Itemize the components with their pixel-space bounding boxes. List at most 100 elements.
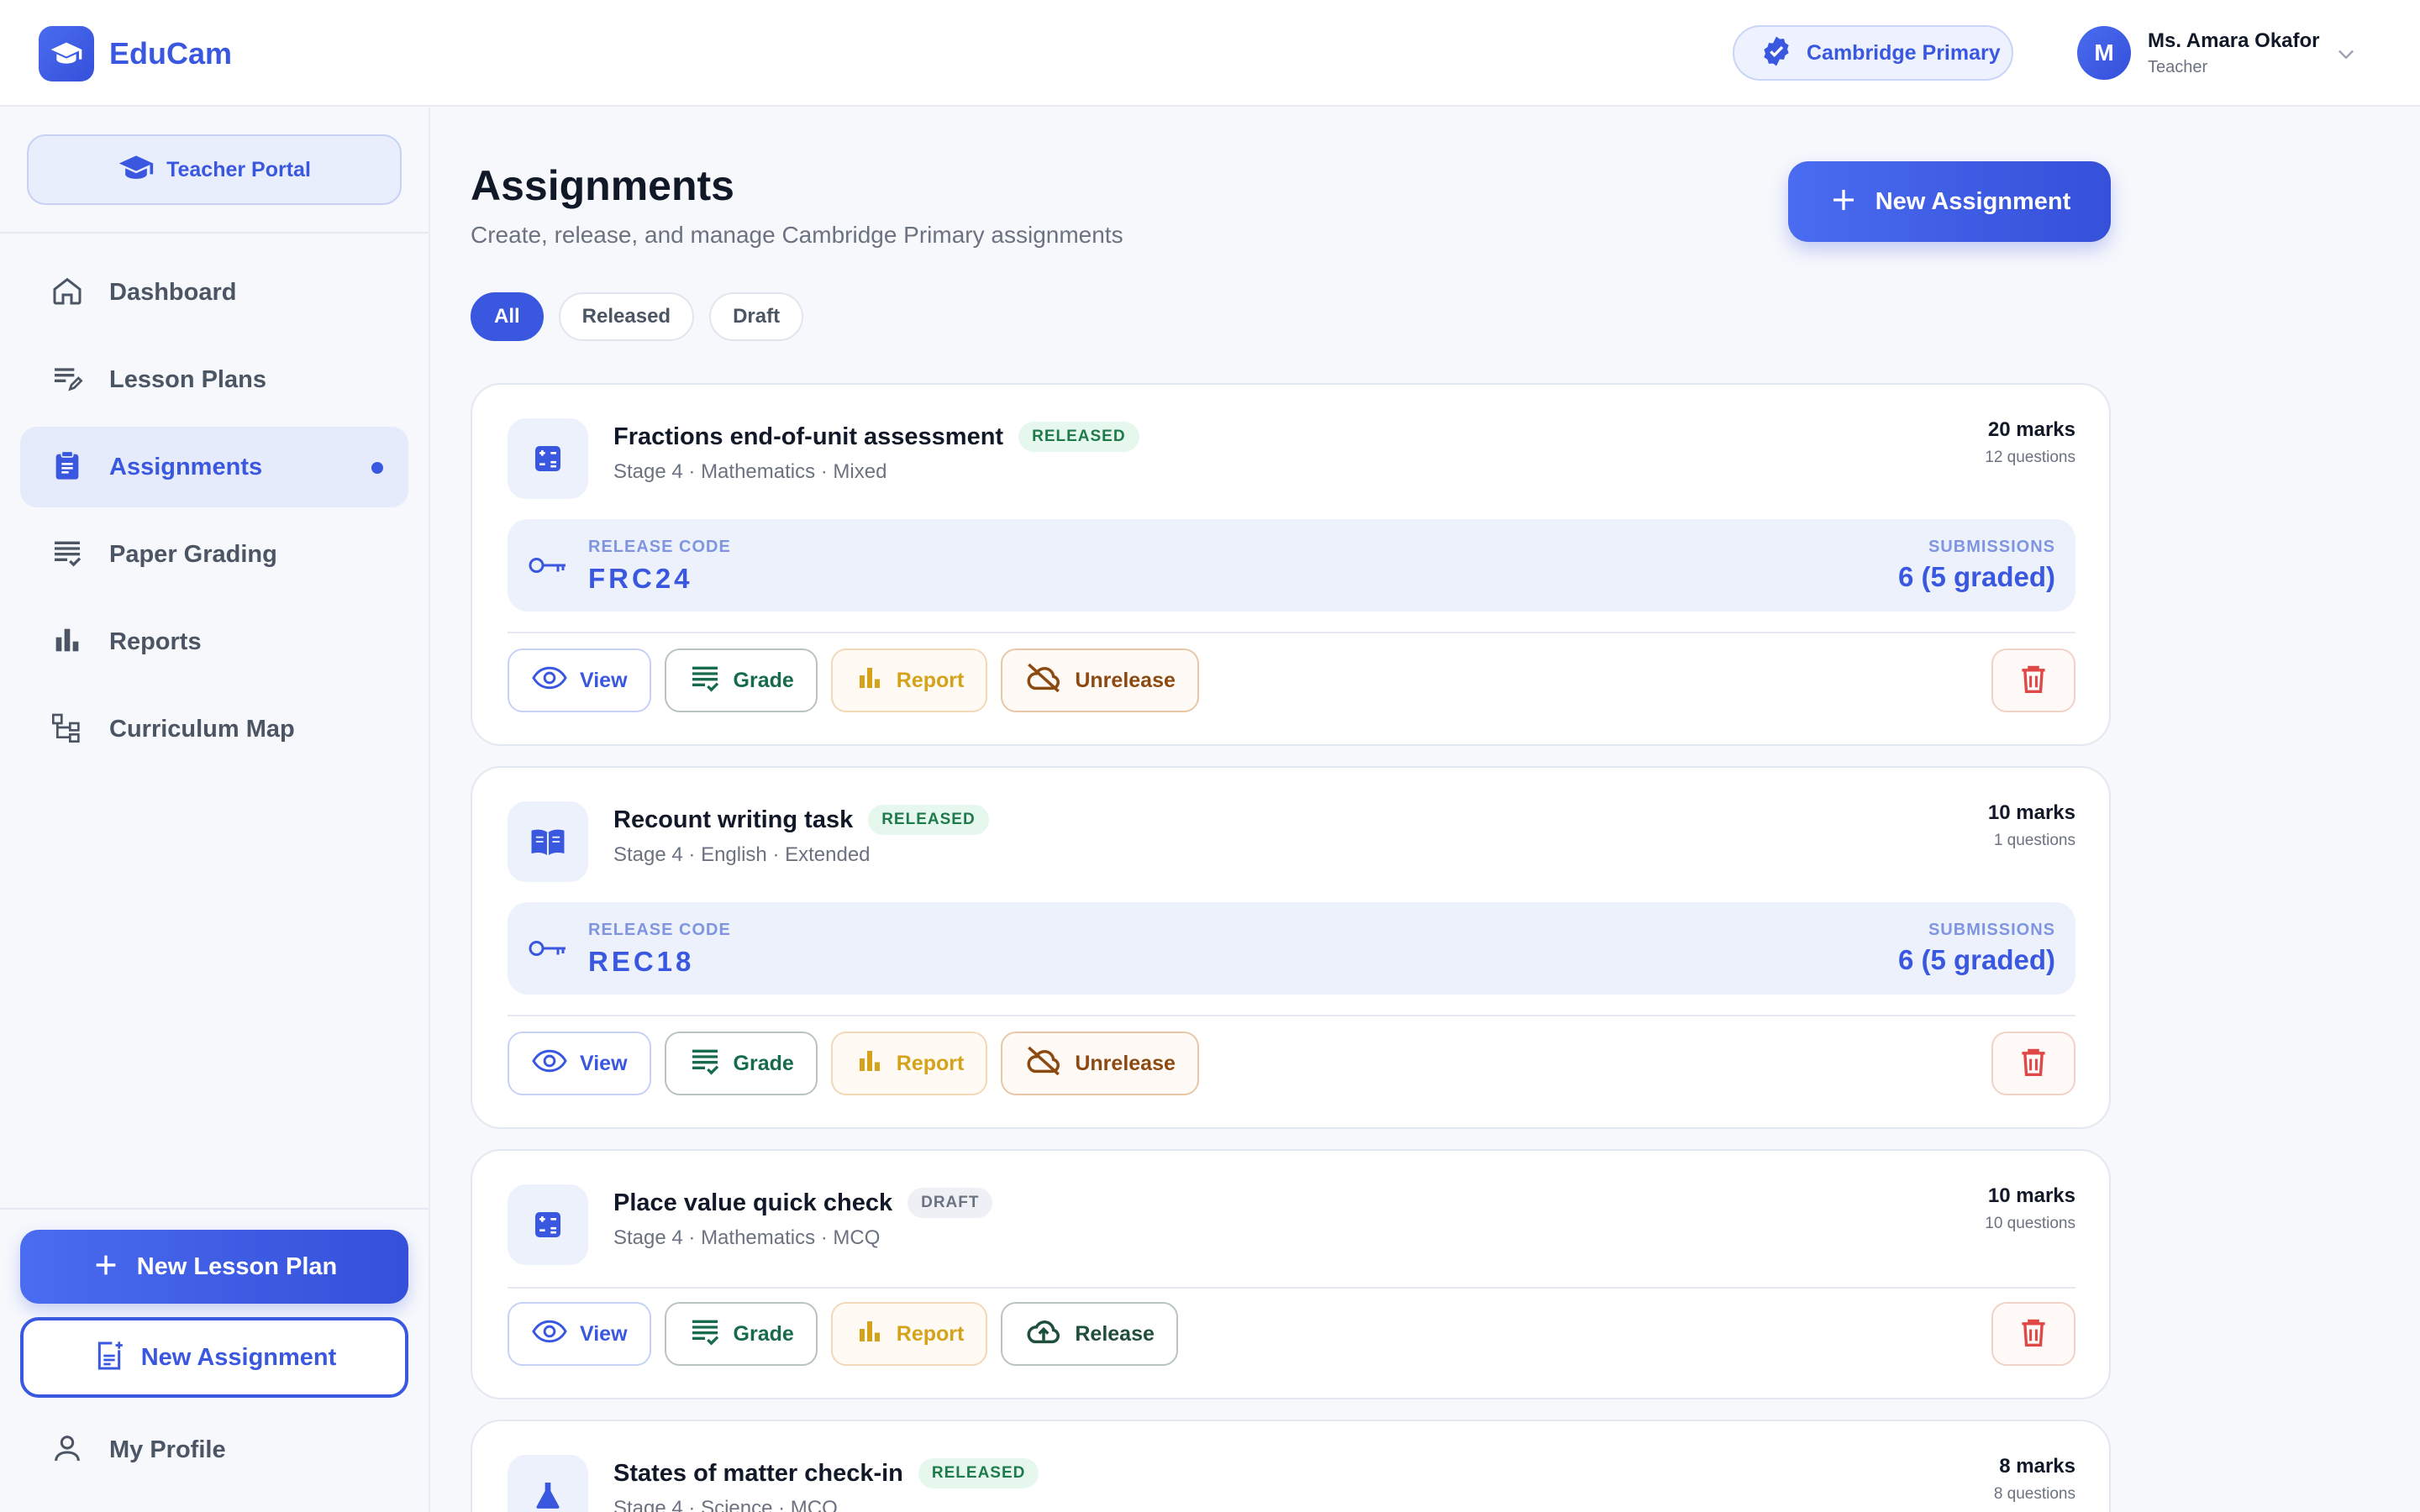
assignment-card: Fractions end-of-unit assessment RELEASE… xyxy=(471,383,2111,746)
assignment-card: States of matter check-in RELEASED Stage… xyxy=(471,1420,2111,1512)
calculator-icon xyxy=(508,418,588,499)
profile-label: My Profile xyxy=(109,1436,226,1463)
marks-total: 10 marks xyxy=(1987,801,2075,824)
assignment-title[interactable]: Recount writing task xyxy=(613,806,853,834)
key-icon xyxy=(528,936,568,965)
sidebar-item-curriculum-map[interactable]: Curriculum Map xyxy=(20,689,408,769)
grading-icon xyxy=(50,536,84,574)
divider xyxy=(508,1015,2075,1016)
sidebar-item-my-profile[interactable]: My Profile xyxy=(50,1431,226,1469)
clipboard-icon xyxy=(50,449,84,486)
app-logo[interactable]: EduCam xyxy=(39,26,232,81)
sidebar-item-label: Assignments xyxy=(109,453,263,480)
sidebar-item-label: Dashboard xyxy=(109,278,237,306)
divider xyxy=(508,632,2075,633)
plus-icon xyxy=(1828,185,1859,219)
sidebar-item-label: Paper Grading xyxy=(109,540,277,568)
delete-button[interactable] xyxy=(1991,648,2075,712)
graduation-cap-icon xyxy=(118,150,155,191)
sidebar-item-paper-grading[interactable]: Paper Grading xyxy=(20,514,408,595)
report-button[interactable]: Report xyxy=(830,648,988,712)
grade-button[interactable]: Grade xyxy=(664,648,818,712)
button-label: View xyxy=(580,1051,628,1075)
question-count: 8 questions xyxy=(1993,1485,2075,1503)
eye-icon xyxy=(531,665,568,696)
report-button[interactable]: Report xyxy=(830,1302,988,1366)
cloud-upload-icon xyxy=(1024,1315,1063,1354)
trash-icon xyxy=(2019,663,2048,699)
school-badge[interactable]: Cambridge Primary xyxy=(1733,25,2013,81)
marks-total: 8 marks xyxy=(1999,1455,2075,1478)
unrelease-button[interactable]: Unrelease xyxy=(1001,648,1199,712)
grade-button[interactable]: Grade xyxy=(664,1302,818,1366)
sidebar-item-lesson-plans[interactable]: Lesson Plans xyxy=(20,339,408,420)
page-title: Assignments xyxy=(471,162,734,209)
grading-icon xyxy=(688,1044,722,1084)
status-badge: RELEASED xyxy=(1018,422,1139,452)
delete-button[interactable] xyxy=(1991,1032,2075,1095)
new-lesson-plan-button[interactable]: New Lesson Plan xyxy=(20,1230,408,1304)
button-label: Grade xyxy=(733,668,794,692)
view-button[interactable]: View xyxy=(508,1032,651,1095)
sidebar-item-dashboard[interactable]: Dashboard xyxy=(20,252,408,333)
button-label: Release xyxy=(1075,1321,1155,1346)
delete-button[interactable] xyxy=(1991,1302,2075,1366)
avatar: M xyxy=(2077,26,2131,80)
release-button[interactable]: Release xyxy=(1001,1302,1178,1366)
sidebar-item-label: Curriculum Map xyxy=(109,715,295,743)
submissions-label: SUBMISSIONS xyxy=(1928,538,2055,556)
grade-button[interactable]: Grade xyxy=(664,1032,818,1095)
assignment-title[interactable]: Fractions end-of-unit assessment xyxy=(613,423,1003,451)
question-count: 10 questions xyxy=(1985,1215,2075,1232)
key-icon xyxy=(528,553,568,582)
assignment-title[interactable]: States of matter check-in xyxy=(613,1460,903,1488)
divider xyxy=(0,1208,429,1210)
user-name: Ms. Amara Okafor xyxy=(2148,29,2320,52)
card-actions: View Grade Report Unrelease xyxy=(508,1032,1213,1095)
new-assignment-button[interactable]: New Assignment xyxy=(1788,161,2111,242)
unrelease-button[interactable]: Unrelease xyxy=(1001,1032,1199,1095)
filter-draft[interactable]: Draft xyxy=(709,292,804,341)
assignment-card: Recount writing task RELEASED Stage 4 · … xyxy=(471,766,2111,1129)
edit-list-icon xyxy=(50,361,84,399)
release-code-value: FRC24 xyxy=(588,563,693,594)
view-button[interactable]: View xyxy=(508,648,651,712)
assignment-title[interactable]: Place value quick check xyxy=(613,1189,892,1217)
new-assignment-sidebar-button[interactable]: New Assignment xyxy=(20,1317,408,1398)
sidebar-item-label: Lesson Plans xyxy=(109,365,266,393)
status-badge: RELEASED xyxy=(918,1458,1039,1488)
filter-all[interactable]: All xyxy=(471,292,544,341)
button-label: Unrelease xyxy=(1075,1051,1176,1075)
button-label: View xyxy=(580,668,628,692)
user-icon xyxy=(50,1431,84,1469)
release-code-panel: RELEASE CODE REC18 SUBMISSIONS 6 (5 grad… xyxy=(508,902,2075,995)
user-menu[interactable]: M Ms. Amara Okafor Teacher xyxy=(2077,26,2320,80)
marks-total: 20 marks xyxy=(1987,418,2075,441)
view-button[interactable]: View xyxy=(508,1302,651,1366)
grading-icon xyxy=(688,661,722,701)
sidebar-item-assignments[interactable]: Assignments xyxy=(20,427,408,507)
button-label: New Lesson Plan xyxy=(136,1252,338,1280)
bar-chart-icon xyxy=(855,1316,885,1352)
calculator-icon xyxy=(508,1184,588,1265)
sidebar-item-label: Reports xyxy=(109,627,202,655)
tree-icon xyxy=(50,711,84,748)
assignment-card: Place value quick check DRAFT Stage 4 · … xyxy=(471,1149,2111,1399)
button-label: Grade xyxy=(733,1051,794,1075)
cloud-off-icon xyxy=(1024,1044,1063,1084)
eye-icon xyxy=(531,1319,568,1350)
report-button[interactable]: Report xyxy=(830,1032,988,1095)
school-name: Cambridge Primary xyxy=(1807,40,2001,65)
release-code-panel: RELEASE CODE FRC24 SUBMISSIONS 6 (5 grad… xyxy=(508,519,2075,612)
filter-chips: All Released Draft xyxy=(471,292,818,341)
submissions-label: SUBMISSIONS xyxy=(1928,921,2055,939)
teacher-portal-button[interactable]: Teacher Portal xyxy=(27,134,402,205)
sidebar-item-reports[interactable]: Reports xyxy=(20,601,408,682)
top-bar: EduCam Cambridge Primary M Ms. Amara Oka… xyxy=(0,0,2420,107)
card-actions: View Grade Report Unrelease xyxy=(508,648,1213,712)
status-badge: RELEASED xyxy=(868,805,989,835)
filter-released[interactable]: Released xyxy=(558,292,695,341)
bar-chart-icon xyxy=(855,1046,885,1082)
question-count: 1 questions xyxy=(1993,832,2075,849)
chevron-down-icon[interactable] xyxy=(2334,42,2358,70)
